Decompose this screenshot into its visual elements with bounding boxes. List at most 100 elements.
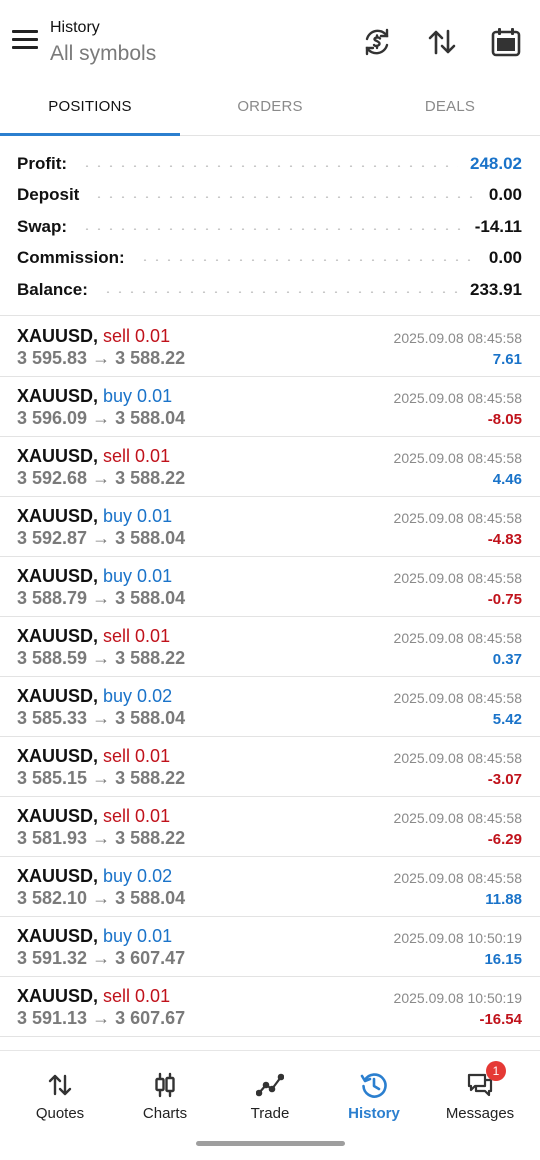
position-row[interactable]: XAUUSD, sell 0.01 3 591.13 → 3 607.67 20…: [0, 977, 540, 1037]
position-row[interactable]: XAUUSD, buy 0.01 3 596.09 → 3 588.04 202…: [0, 377, 540, 437]
arrow-icon: →: [92, 648, 111, 668]
price-line: 3 595.83 → 3 588.22: [17, 348, 185, 369]
summary-profit-row: Profit: 248.02: [17, 149, 522, 179]
trade-side: buy 0.02: [103, 686, 173, 706]
currency-exchange-icon[interactable]: [361, 26, 393, 58]
nav-history[interactable]: History: [320, 1051, 428, 1141]
arrow-icon: →: [92, 708, 111, 728]
symbol-line: XAUUSD, buy 0.01: [17, 926, 172, 947]
summary-balance-row: Balance: 233.91: [17, 275, 522, 305]
dotted-leader: [138, 259, 477, 261]
trade-side: buy 0.01: [103, 566, 173, 586]
close-time: 2025.09.08 08:45:58: [393, 870, 522, 886]
position-profit: -3.07: [487, 771, 522, 788]
position-row[interactable]: XAUUSD, buy 0.01 3 588.79 → 3 588.04 202…: [0, 557, 540, 617]
tab-orders[interactable]: ORDERS: [180, 82, 360, 136]
calendar-icon[interactable]: [490, 26, 522, 58]
close-price: 3 588.04: [115, 708, 186, 728]
arrow-icon: →: [92, 408, 111, 428]
symbol: XAUUSD,: [17, 566, 99, 586]
close-price: 3 588.22: [115, 648, 186, 668]
summary-swap-row: Swap: -14.11: [17, 212, 522, 242]
position-row[interactable]: XAUUSD, sell 0.01 3 588.59 → 3 588.22 20…: [0, 617, 540, 677]
position-profit: 11.88: [485, 891, 522, 908]
menu-icon[interactable]: [12, 30, 38, 52]
close-time: 2025.09.08 08:45:58: [393, 390, 522, 406]
nav-quotes[interactable]: Quotes: [6, 1051, 114, 1141]
open-price: 3 585.33: [17, 708, 88, 728]
symbol: XAUUSD,: [17, 446, 99, 466]
price-line: 3 585.15 → 3 588.22: [17, 768, 185, 789]
trade-side: buy 0.01: [103, 386, 173, 406]
trade-side: sell 0.01: [103, 986, 171, 1006]
price-line: 3 592.68 → 3 588.22: [17, 468, 185, 489]
close-price: 3 588.22: [115, 468, 186, 488]
position-row[interactable]: XAUUSD, sell 0.01 3 595.83 → 3 588.22 20…: [0, 317, 540, 377]
price-line: 3 591.13 → 3 607.67: [17, 1008, 185, 1029]
position-row[interactable]: XAUUSD, buy 0.02 3 582.10 → 3 588.04 202…: [0, 857, 540, 917]
position-profit: -8.05: [487, 411, 522, 428]
nav-messages[interactable]: 1 Messages: [426, 1051, 534, 1141]
position-row[interactable]: XAUUSD, buy 0.01 3 591.32 → 3 607.47 202…: [0, 917, 540, 977]
positions-list[interactable]: XAUUSD, sell 0.01 3 595.83 → 3 588.22 20…: [0, 317, 540, 1050]
account-summary: Profit: 248.02 Deposit 0.00 Swap: -14.11…: [0, 146, 540, 316]
position-profit: 16.15: [484, 951, 522, 968]
symbol: XAUUSD,: [17, 506, 99, 526]
sort-icon[interactable]: [426, 26, 458, 58]
symbol: XAUUSD,: [17, 986, 99, 1006]
summary-value: 248.02: [470, 154, 522, 173]
arrow-icon: →: [92, 768, 111, 788]
open-price: 3 596.09: [17, 408, 88, 428]
trade-icon: [255, 1071, 285, 1099]
summary-value: -14.11: [474, 217, 522, 236]
summary-label: Swap:: [17, 217, 68, 236]
open-price: 3 588.79: [17, 588, 88, 608]
close-time: 2025.09.08 08:45:58: [393, 450, 522, 466]
close-price: 3 588.22: [115, 768, 186, 788]
position-row[interactable]: XAUUSD, sell 0.01 3 592.68 → 3 588.22 20…: [0, 437, 540, 497]
position-row[interactable]: XAUUSD, sell 0.01 3 581.93 → 3 588.22 20…: [0, 797, 540, 857]
close-price: 3 607.47: [115, 948, 186, 968]
summary-value: 233.91: [470, 280, 522, 299]
symbol-line: XAUUSD, buy 0.01: [17, 386, 172, 407]
nav-charts[interactable]: Charts: [111, 1051, 219, 1141]
symbol-line: XAUUSD, sell 0.01: [17, 986, 170, 1007]
symbol-line: XAUUSD, buy 0.01: [17, 566, 172, 587]
close-time: 2025.09.08 08:45:58: [393, 330, 522, 346]
open-price: 3 591.32: [17, 948, 88, 968]
symbol: XAUUSD,: [17, 626, 99, 646]
position-profit: 7.61: [492, 351, 522, 368]
symbol-filter[interactable]: All symbols: [50, 42, 156, 66]
tab-positions[interactable]: POSITIONS: [0, 82, 180, 136]
position-row[interactable]: XAUUSD, buy 0.01 3 592.87 → 3 588.04 202…: [0, 497, 540, 557]
position-profit: -16.54: [479, 1011, 522, 1028]
arrow-icon: →: [92, 468, 111, 488]
nav-label: Trade: [250, 1105, 290, 1122]
close-price: 3 588.04: [115, 588, 186, 608]
close-price: 3 607.67: [115, 1008, 186, 1028]
position-profit: 5.42: [492, 711, 522, 728]
symbol-line: XAUUSD, buy 0.01: [17, 506, 172, 527]
nav-label: Messages: [445, 1105, 515, 1122]
open-price: 3 582.10: [17, 888, 88, 908]
dotted-leader: [81, 165, 458, 167]
position-row[interactable]: XAUUSD, sell 0.01 3 585.15 → 3 588.22 20…: [0, 737, 540, 797]
summary-label: Profit:: [17, 154, 68, 173]
position-profit: -0.75: [487, 591, 522, 608]
close-price: 3 588.22: [115, 348, 186, 368]
charts-icon: [151, 1071, 179, 1099]
open-price: 3 595.83: [17, 348, 88, 368]
symbol: XAUUSD,: [17, 806, 99, 826]
trade-side: sell 0.01: [103, 806, 171, 826]
position-row[interactable]: XAUUSD, buy 0.02 3 585.33 → 3 588.04 202…: [0, 677, 540, 737]
open-price: 3 591.13: [17, 1008, 88, 1028]
home-indicator[interactable]: [196, 1141, 345, 1146]
price-line: 3 588.59 → 3 588.22: [17, 648, 185, 669]
price-line: 3 592.87 → 3 588.04: [17, 528, 185, 549]
price-line: 3 582.10 → 3 588.04: [17, 888, 185, 909]
nav-trade[interactable]: Trade: [216, 1051, 324, 1141]
close-price: 3 588.04: [115, 408, 186, 428]
symbol-line: XAUUSD, sell 0.01: [17, 806, 170, 827]
summary-deposit-row: Deposit 0.00: [17, 180, 522, 210]
tab-deals[interactable]: DEALS: [360, 82, 540, 136]
